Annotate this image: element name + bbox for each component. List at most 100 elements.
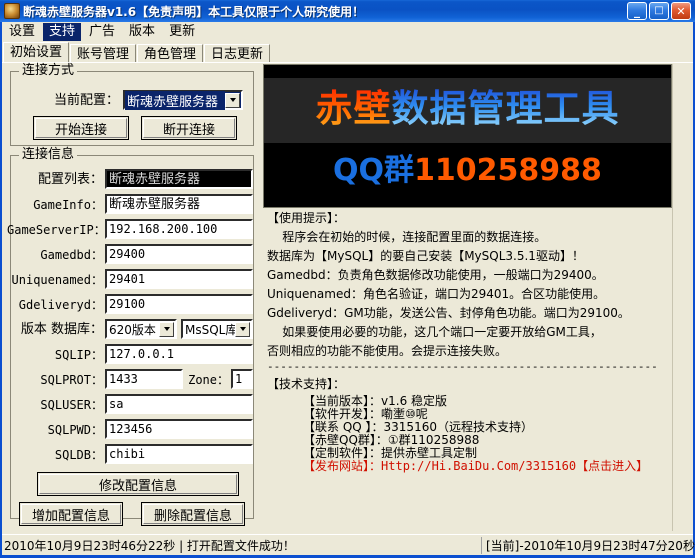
- maximize-icon: □: [650, 3, 668, 19]
- support-label: 【联系 QQ 】：: [303, 420, 384, 434]
- sqlprot-input[interactable]: 1433: [105, 369, 183, 389]
- chevron-down-icon[interactable]: [225, 93, 240, 108]
- window-title: 断魂赤壁服务器v1.6【免责声明】本工具仅限于个人研究使用！: [23, 3, 627, 20]
- connection-info-group: 连接信息 配置列表： 断魂赤壁服务器 GameInfo： 断魂赤壁服务器 Gam…: [10, 155, 254, 519]
- minimize-icon: _: [628, 3, 646, 19]
- delete-config-button[interactable]: 删除配置信息: [141, 502, 245, 526]
- support-label: 【定制软件】：: [303, 446, 381, 460]
- status-bar: 2010年10月9日23时46分22秒 | 打开配置文件成功！ [当前]-201…: [2, 534, 693, 555]
- right-panel: 赤壁数据管理工具 QQ群110258988 【使用提示】： 程序会在初始的时候，…: [262, 63, 693, 535]
- sqlip-input[interactable]: 127.0.0.1: [105, 344, 253, 364]
- zone-label: Zone：: [185, 373, 229, 387]
- info-line: 【使用提示】：: [263, 209, 672, 228]
- menu-item-support[interactable]: 支持: [43, 23, 81, 41]
- title-bar: 断魂赤壁服务器v1.6【免责声明】本工具仅限于个人研究使用！ _ □ ✕: [0, 0, 695, 22]
- tab-account-management[interactable]: 账号管理: [70, 44, 136, 63]
- application-window: 断魂赤壁服务器v1.6【免责声明】本工具仅限于个人研究使用！ _ □ ✕ 设置 …: [0, 0, 695, 558]
- database-value: MsSQL库: [183, 321, 235, 338]
- banner-title-blue: 数据管理工具: [392, 87, 620, 130]
- chevron-down-icon[interactable]: [159, 322, 174, 337]
- info-divider: ----------------------------------------…: [263, 361, 672, 373]
- status-left: 2010年10月9日23时46分22秒 | 打开配置文件成功！: [2, 537, 482, 554]
- support-label: 【当前版本】：: [303, 394, 381, 408]
- website-row[interactable]: 【发布网站】：Http://Hi.BaiDu.Com/3315160【点击进入】: [303, 460, 672, 473]
- right-panel-scrollbar[interactable]: [672, 64, 687, 531]
- uniquenamed-input[interactable]: 29401: [105, 269, 253, 289]
- tab-initial-settings[interactable]: 初始设置: [3, 42, 69, 63]
- minimize-button[interactable]: _: [627, 2, 647, 20]
- menu-item-settings[interactable]: 设置: [3, 23, 41, 41]
- sqlpwd-input[interactable]: 123456: [105, 419, 253, 439]
- tab-character-management[interactable]: 角色管理: [137, 44, 203, 63]
- status-right: [当前]-2010年10月9日23时47分20秒: [482, 537, 695, 554]
- modify-config-button[interactable]: 修改配置信息: [37, 472, 239, 496]
- info-line: 否则相应的功能不能使用。会提示连接失败。: [263, 342, 672, 361]
- stop-connect-label: 断开连接: [163, 119, 215, 138]
- banner-qq-number: 110258988: [414, 153, 602, 188]
- add-config-button[interactable]: 增加配置信息: [19, 502, 123, 526]
- gameinfo-label: GameInfo：: [15, 198, 103, 212]
- banner-qq-prefix: QQ群: [333, 153, 414, 188]
- gamedbd-label: Gamedbd：: [15, 248, 103, 262]
- support-value: ①群110258988: [388, 433, 479, 447]
- connection-method-group-title: 连接方式: [19, 64, 77, 78]
- info-line: 如果要使用必要的功能，这几个端口一定要开放给GM工具，: [263, 323, 672, 342]
- database-combo[interactable]: MsSQL库: [181, 319, 253, 339]
- support-label: 【软件开发】：: [303, 407, 381, 421]
- sqldb-label: SQLDB：: [19, 448, 103, 462]
- version-combo[interactable]: 620版本: [105, 319, 177, 339]
- zone-input[interactable]: 1: [231, 369, 253, 389]
- sqlprot-label: SQLPROT：: [11, 373, 103, 387]
- connection-method-group: 连接方式 当前配置： 断魂赤壁服务器 开始连接 断开连接: [10, 71, 254, 146]
- current-config-value: 断魂赤壁服务器: [125, 91, 225, 110]
- menu-bar: 设置 支持 广告 版本 更新: [2, 22, 693, 41]
- info-line: 程序会在初始的时候，连接配置里面的数据连接。: [263, 228, 672, 247]
- start-connect-label: 开始连接: [55, 119, 107, 138]
- gameserverip-input[interactable]: 192.168.200.100: [105, 219, 253, 239]
- app-icon: [4, 3, 20, 19]
- config-list-label: 配置列表：: [19, 173, 103, 187]
- connection-info-group-title: 连接信息: [19, 148, 77, 162]
- banner-title: 赤壁数据管理工具: [264, 79, 671, 139]
- support-value: 3315160（远程技术支持）: [384, 420, 533, 434]
- info-line: Gamedbd：负责角色数据修改功能使用，一般端口为29400。: [263, 266, 672, 285]
- start-connect-button[interactable]: 开始连接: [33, 116, 129, 140]
- support-value: v1.6 稳定版: [381, 394, 447, 408]
- config-list-box[interactable]: 断魂赤壁服务器: [105, 169, 253, 189]
- gdeliveryd-input[interactable]: 29100: [105, 294, 253, 314]
- config-list-value: 断魂赤壁服务器: [109, 172, 200, 187]
- uniquenamed-label: Uniquenamed：: [11, 273, 103, 287]
- gameinfo-input[interactable]: 断魂赤壁服务器: [105, 194, 253, 214]
- website-action[interactable]: 【点击进入】: [576, 459, 648, 473]
- support-label: 【赤壁QQ群】：: [303, 433, 388, 447]
- version-db-label: 版本 数据库：: [11, 323, 103, 337]
- stop-connect-button[interactable]: 断开连接: [141, 116, 237, 140]
- support-value: 嘞壍⑩呢: [381, 407, 428, 421]
- client-area: 连接方式 当前配置： 断魂赤壁服务器 开始连接 断开连接 连接信息 配置列表： …: [2, 62, 693, 534]
- modify-config-label: 修改配置信息: [99, 475, 177, 494]
- sqlpwd-label: SQLPWD：: [15, 423, 103, 437]
- sqluser-label: SQLUSER：: [11, 398, 103, 412]
- menu-item-update[interactable]: 更新: [163, 23, 201, 41]
- tab-log-update[interactable]: 日志更新: [204, 44, 270, 63]
- tab-strip: 初始设置 账号管理 角色管理 日志更新: [2, 41, 693, 63]
- sqldb-input[interactable]: chibi: [105, 444, 253, 464]
- window-controls: _ □ ✕: [627, 2, 691, 20]
- info-line: Gdeliveryd：GM功能，发送公告、封停角色功能。端口为29100。: [263, 304, 672, 323]
- info-text-panel[interactable]: 【使用提示】： 程序会在初始的时候，连接配置里面的数据连接。 数据库为【MySQ…: [263, 209, 672, 531]
- menu-item-version[interactable]: 版本: [123, 23, 161, 41]
- gamedbd-input[interactable]: 29400: [105, 244, 253, 264]
- gameserverip-label: GameServerIP：: [7, 223, 103, 237]
- close-button[interactable]: ✕: [671, 2, 691, 20]
- maximize-button[interactable]: □: [649, 2, 669, 20]
- current-config-label: 当前配置：: [23, 94, 119, 108]
- version-value: 620版本: [107, 321, 159, 338]
- info-line: 数据库为【MySQL】的要自己安装【MySQL3.5.1驱动】！: [263, 247, 672, 266]
- website-label: 【发布网站】：: [303, 459, 381, 473]
- menu-item-ads[interactable]: 广告: [83, 23, 121, 41]
- current-config-combo[interactable]: 断魂赤壁服务器: [123, 90, 243, 110]
- sqluser-input[interactable]: sa: [105, 394, 253, 414]
- website-url[interactable]: Http://Hi.BaiDu.Com/3315160: [381, 459, 576, 473]
- chevron-down-icon[interactable]: [235, 322, 250, 337]
- tech-support-heading: 【技术支持】：: [263, 373, 672, 395]
